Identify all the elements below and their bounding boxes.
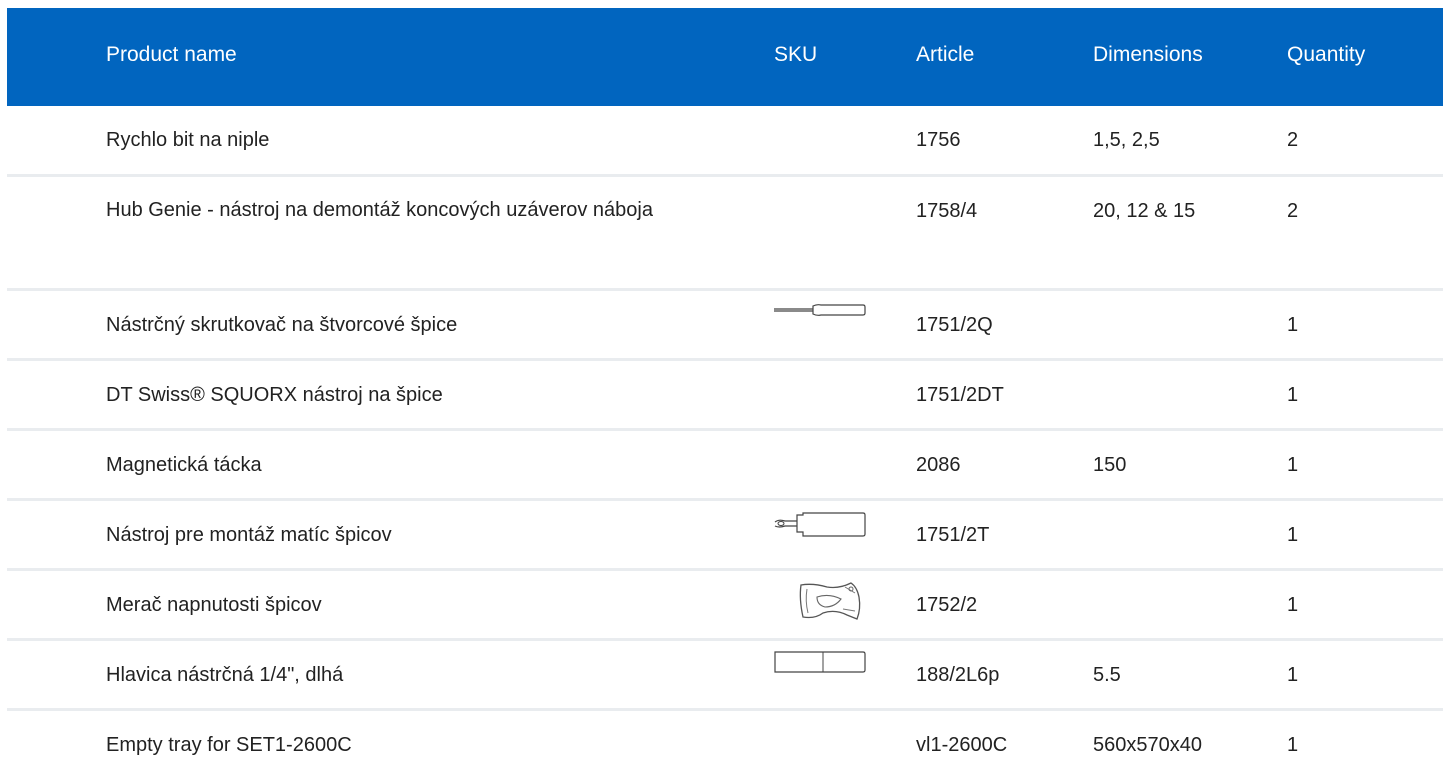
quantity: 1 <box>1287 734 1299 756</box>
table-row: Magnetická tácka 2086 150 1 <box>7 431 1443 501</box>
product-name: Hlavica nástrčná 1/4", dlhá <box>106 664 344 686</box>
article: 1751/2T <box>916 524 990 546</box>
quantity: 1 <box>1287 664 1299 686</box>
product-name: Rychlo bit na niple <box>106 129 270 151</box>
header-quantity: Quantity <box>1287 43 1366 66</box>
quantity: 1 <box>1287 594 1299 616</box>
dimensions: 5.5 <box>1093 664 1121 686</box>
product-name: Magnetická tácka <box>106 454 262 476</box>
quantity: 1 <box>1287 314 1299 336</box>
article: 1752/2 <box>916 594 978 616</box>
socket-icon <box>774 651 866 673</box>
article: 1756 <box>916 129 961 151</box>
header-dimensions: Dimensions <box>1093 43 1203 66</box>
quantity: 1 <box>1287 454 1299 476</box>
header-product-name: Product name <box>106 43 237 66</box>
header-sku: SKU <box>774 43 818 66</box>
product-name: Nástrčný skrutkovač na štvorcové špice <box>106 314 458 336</box>
article: 1751/2DT <box>916 384 1004 406</box>
table-header: Product name SKU Article Dimensions Quan… <box>7 8 1443 106</box>
dimensions: 20, 12 & 15 <box>1093 200 1196 222</box>
dimensions: 1,5, 2,5 <box>1093 129 1160 151</box>
table-row: Rychlo bit na niple 1756 1,5, 2,5 2 <box>7 106 1443 177</box>
product-table: Product name SKU Article Dimensions Quan… <box>7 8 1443 778</box>
product-name: Empty tray for SET1-2600C <box>106 734 352 756</box>
table-row: Hlavica nástrčná 1/4", dlhá 188/2L6p 5.5… <box>7 641 1443 711</box>
quantity: 1 <box>1287 384 1299 406</box>
quantity: 2 <box>1287 129 1299 151</box>
product-name: Hub Genie - nástroj na demontáž koncovýc… <box>106 199 653 221</box>
table-row: Merač napnutosti špicov 1752/2 1 <box>7 571 1443 641</box>
quantity: 1 <box>1287 524 1299 546</box>
article: 1758/4 <box>916 200 978 222</box>
table-row: DT Swiss® SQUORX nástroj na špice 1751/2… <box>7 361 1443 431</box>
tension-meter-icon <box>799 582 861 620</box>
nipple-tool-icon <box>774 512 866 537</box>
table-row: Nástrčný skrutkovač na štvorcové špice 1… <box>7 291 1443 361</box>
article: vl1-2600C <box>916 734 1008 756</box>
article: 1751/2Q <box>916 314 993 336</box>
product-name: Merač napnutosti špicov <box>106 594 322 616</box>
article: 2086 <box>916 454 961 476</box>
product-name: Nástroj pre montáž matíc špicov <box>106 524 392 546</box>
dimensions: 150 <box>1093 454 1127 476</box>
header-article: Article <box>916 43 975 66</box>
quantity: 2 <box>1287 200 1299 222</box>
table-row: Hub Genie - nástroj na demontáž koncovýc… <box>7 177 1443 291</box>
screwdriver-icon <box>774 304 866 316</box>
table-row: Empty tray for SET1-2600C vl1-2600C 560x… <box>7 711 1443 778</box>
dimensions: 560x570x40 <box>1093 734 1202 756</box>
table-row: Nástroj pre montáž matíc špicov 1751/2T … <box>7 501 1443 571</box>
product-name: DT Swiss® SQUORX nástroj na špice <box>106 384 443 406</box>
article: 188/2L6p <box>916 664 1000 686</box>
